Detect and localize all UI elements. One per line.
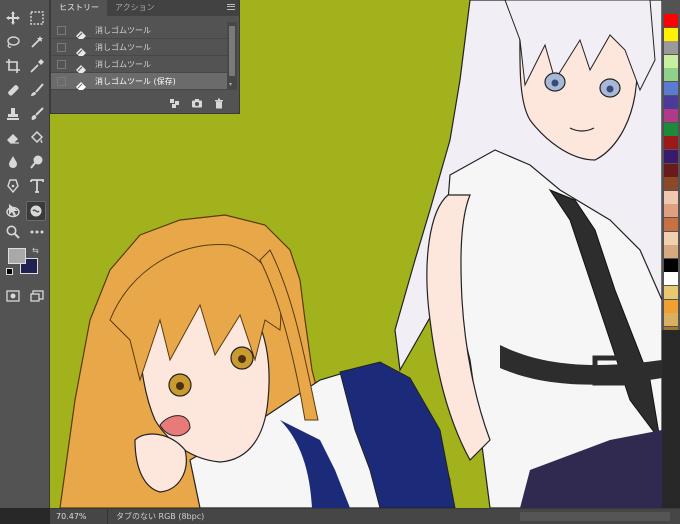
history-brush-source-checkbox[interactable] [57, 77, 66, 86]
history-panel: ヒストリー アクション 消しゴムツール 消しゴムツール 消しゴムツール 消しゴム… [50, 0, 240, 114]
zoom-icon[interactable] [3, 222, 23, 242]
panel-tabs: ヒストリー アクション [51, 0, 239, 16]
zoom-level[interactable]: 70.47% [50, 509, 108, 524]
color-swatch[interactable] [664, 41, 678, 55]
paint-bucket-icon[interactable] [27, 128, 47, 148]
history-brush-source-checkbox[interactable] [57, 26, 66, 35]
history-scrollbar[interactable]: ▾ [227, 22, 237, 90]
scroll-down-arrow-icon[interactable]: ▾ [229, 81, 232, 88]
history-list: 消しゴムツール 消しゴムツール 消しゴムツール 消しゴムツール (保存) [51, 22, 227, 90]
history-state-selected[interactable]: 消しゴムツール (保存) [51, 73, 227, 90]
color-swatch[interactable] [664, 231, 678, 245]
eyedropper-icon[interactable] [27, 56, 47, 76]
history-state-label: 消しゴムツール [95, 26, 151, 35]
new-document-from-state-icon[interactable] [169, 97, 181, 109]
brush-icon[interactable] [27, 80, 47, 100]
clone-stamp-icon[interactable] [3, 104, 23, 124]
color-swatch[interactable] [664, 272, 678, 286]
magic-wand-icon[interactable] [27, 32, 47, 52]
color-swatch[interactable] [664, 150, 678, 163]
color-swatch[interactable] [664, 95, 678, 109]
color-swatch[interactable] [664, 313, 678, 327]
color-swatch[interactable] [664, 109, 678, 123]
hand-icon[interactable] [26, 201, 46, 221]
tools-panel: ⇆ [0, 0, 50, 508]
swatches-panel [662, 0, 680, 340]
type-icon[interactable] [27, 176, 47, 196]
workspace-background [662, 330, 680, 508]
history-state-label: 消しゴムツール [95, 60, 151, 69]
color-swatch[interactable] [664, 258, 678, 272]
document-info[interactable]: タブのない RGB (8bpc) [108, 511, 204, 522]
crop-icon[interactable] [3, 56, 23, 76]
tab-actions[interactable]: アクション [107, 0, 163, 16]
eraser-icon[interactable] [3, 128, 23, 148]
quick-mask-icon[interactable] [3, 286, 23, 306]
history-state-label: 消しゴムツール (保存) [95, 77, 176, 86]
lasso-icon[interactable] [3, 32, 23, 52]
default-colors-icon[interactable] [6, 268, 13, 275]
color-swatch[interactable] [664, 299, 678, 313]
rectangle-icon[interactable] [3, 202, 23, 222]
history-brush-icon[interactable] [27, 104, 47, 124]
more-tools-icon[interactable] [27, 222, 47, 242]
status-bar: 70.47% タブのない RGB (8bpc) [50, 508, 680, 524]
panel-menu-icon[interactable] [227, 4, 235, 10]
foreground-color-swatch[interactable] [8, 248, 26, 264]
blur-icon[interactable] [3, 152, 23, 172]
history-state[interactable]: 消しゴムツール [51, 39, 227, 56]
tab-history[interactable]: ヒストリー [51, 0, 107, 16]
swap-colors-icon[interactable]: ⇆ [32, 246, 39, 255]
color-swatch[interactable] [664, 82, 678, 95]
marquee-icon[interactable] [27, 8, 47, 28]
history-state[interactable]: 消しゴムツール [51, 22, 227, 39]
color-swatch[interactable] [664, 54, 678, 68]
color-swatch[interactable] [664, 286, 678, 299]
screen-mode-icon[interactable] [27, 286, 47, 306]
color-swatch[interactable] [664, 68, 678, 82]
trash-icon[interactable] [213, 97, 225, 109]
snapshot-camera-icon[interactable] [191, 97, 203, 109]
history-state-label: 消しゴムツール [95, 43, 151, 52]
history-state[interactable]: 消しゴムツール [51, 56, 227, 73]
color-swatch[interactable] [664, 204, 678, 218]
workspace-background [0, 508, 50, 524]
color-swatch[interactable] [664, 218, 678, 231]
color-swatch[interactable] [664, 122, 678, 136]
pen-icon[interactable] [3, 176, 23, 196]
history-brush-source-checkbox[interactable] [57, 43, 66, 52]
dodge-icon[interactable] [27, 152, 47, 172]
color-swatch[interactable] [664, 177, 678, 191]
color-swatch[interactable] [664, 190, 678, 204]
scrollbar-thumb[interactable] [229, 26, 235, 76]
move-icon[interactable] [3, 8, 23, 28]
color-swatch[interactable] [664, 245, 678, 259]
history-brush-source-checkbox[interactable] [57, 60, 66, 69]
color-swatch[interactable] [664, 163, 678, 177]
color-swatch[interactable] [664, 136, 678, 150]
color-swatch[interactable] [664, 14, 678, 27]
spot-healing-icon[interactable] [3, 80, 23, 100]
color-swatch[interactable] [664, 27, 678, 41]
history-footer [51, 93, 239, 113]
horizontal-scrollbar[interactable] [520, 512, 670, 521]
